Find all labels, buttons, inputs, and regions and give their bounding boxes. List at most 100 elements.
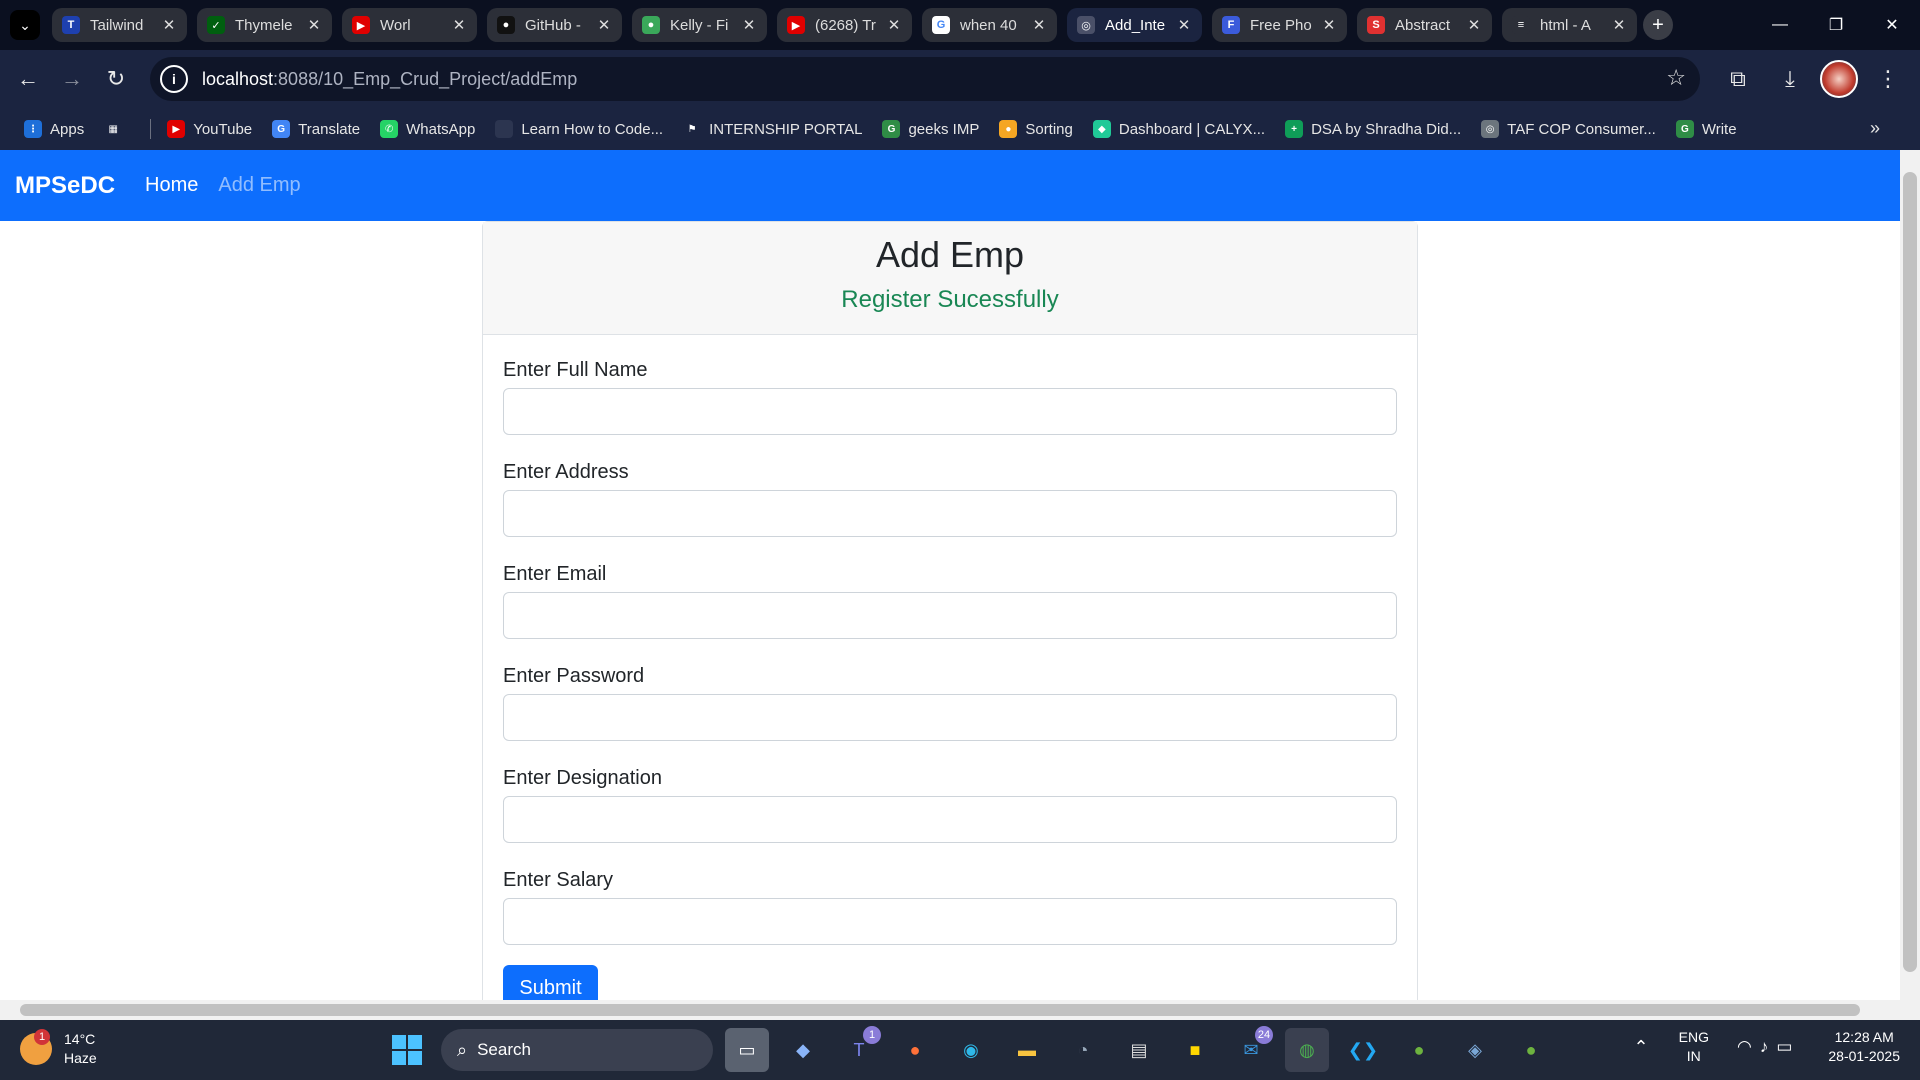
- bookmark-item[interactable]: ◎ TAF COP Consumer...: [1481, 120, 1656, 138]
- file-explorer-icon[interactable]: ▬: [1005, 1028, 1049, 1072]
- bookmark-item[interactable]: ● Sorting: [999, 120, 1073, 138]
- password-input[interactable]: [503, 694, 1397, 741]
- bookmark-star-icon[interactable]: ☆: [1666, 65, 1686, 91]
- spring-boot-icon[interactable]: ●: [1509, 1028, 1553, 1072]
- sticky-notes-icon[interactable]: ■: [1173, 1028, 1217, 1072]
- browser-tab[interactable]: ● GitHub - ✕: [487, 8, 622, 42]
- menu-kebab-icon[interactable]: ⋮: [1866, 57, 1910, 101]
- tray-icons[interactable]: ◠♪▭: [1737, 1037, 1800, 1057]
- bookmark-item[interactable]: + DSA by Shradha Did...: [1285, 120, 1461, 138]
- task-view-icon[interactable]: ▭: [725, 1028, 769, 1072]
- edge-icon[interactable]: ◉: [949, 1028, 993, 1072]
- bookmark-item[interactable]: Learn How to Code...: [495, 120, 663, 138]
- new-tab-button[interactable]: +: [1643, 10, 1673, 40]
- spring-tools-icon[interactable]: ●: [1397, 1028, 1441, 1072]
- full-name-input[interactable]: [503, 388, 1397, 435]
- close-tab-icon[interactable]: ✕: [886, 16, 902, 34]
- site-info-icon[interactable]: i: [160, 65, 188, 93]
- url-text[interactable]: localhost:8088/10_Emp_Crud_Project/addEm…: [202, 69, 577, 90]
- address-bar[interactable]: i localhost:8088/10_Emp_Crud_Project/add…: [150, 57, 1700, 101]
- close-tab-icon[interactable]: ✕: [741, 16, 757, 34]
- copilot-icon[interactable]: ◆: [781, 1028, 825, 1072]
- minimize-button[interactable]: —: [1752, 0, 1808, 50]
- bookmark-item[interactable]: ✆ WhatsApp: [380, 120, 475, 138]
- browser-tab[interactable]: ▶ Worl ✕: [342, 8, 477, 42]
- browser-tab[interactable]: ▶ (6268) Tr ✕: [777, 8, 912, 42]
- back-button[interactable]: ←: [6, 57, 50, 101]
- eclipse-icon[interactable]: ◈: [1453, 1028, 1497, 1072]
- designation-input[interactable]: [503, 796, 1397, 843]
- close-tab-icon[interactable]: ✕: [1031, 16, 1047, 34]
- horizontal-scroll-thumb[interactable]: [20, 1004, 1860, 1016]
- chrome-icon[interactable]: ◍: [1285, 1028, 1329, 1072]
- horizontal-scrollbar[interactable]: [0, 1000, 1900, 1020]
- mail-icon[interactable]: ✉ 24: [1229, 1026, 1273, 1072]
- close-tab-icon[interactable]: ✕: [306, 16, 322, 34]
- browser-tab[interactable]: Gwhen 40 ✕: [922, 8, 1057, 42]
- profile-avatar[interactable]: [1820, 60, 1858, 98]
- vertical-scrollbar[interactable]: [1900, 150, 1920, 1020]
- bookmark-label: DSA by Shradha Did...: [1311, 120, 1462, 138]
- salary-input[interactable]: [503, 898, 1397, 945]
- tab-groups-icon: ▦: [104, 120, 123, 138]
- restore-button[interactable]: ❐: [1808, 0, 1864, 50]
- bookmark-item[interactable]: ◆ Dashboard | CALYX...: [1092, 120, 1265, 138]
- downloads-icon[interactable]: ⤓: [1768, 57, 1812, 101]
- firefox-icon[interactable]: ●: [893, 1028, 937, 1072]
- bookmark-item[interactable]: ⚑ INTERNSHIP PORTAL: [683, 120, 862, 138]
- close-window-button[interactable]: ✕: [1864, 0, 1920, 50]
- bookmark-item[interactable]: ⋮ Apps: [24, 120, 84, 138]
- navbar-brand[interactable]: MPSeDC: [15, 172, 115, 200]
- clock[interactable]: 12:28 AM 28-01-2025: [1828, 1028, 1900, 1066]
- tab-search-button[interactable]: ⌄: [10, 10, 40, 40]
- youtube-icon: ▶: [167, 120, 186, 138]
- browser-tab[interactable]: F Free Pho ✕: [1212, 8, 1347, 42]
- close-tab-icon[interactable]: ✕: [1466, 16, 1482, 34]
- add-emp-card: Add Emp Register Sucessfully Enter Full …: [482, 221, 1418, 1020]
- bookmarks-overflow-icon[interactable]: »: [1870, 118, 1880, 139]
- forward-button[interactable]: →: [50, 57, 94, 101]
- bookmark-label: YouTube: [193, 120, 253, 138]
- email-input[interactable]: [503, 592, 1397, 639]
- extensions-icon[interactable]: ⧉: [1716, 57, 1760, 101]
- reload-button[interactable]: ↻: [94, 57, 138, 101]
- nav-link-home[interactable]: Home: [145, 174, 198, 197]
- browser-tab[interactable]: ● Kelly - Fi ✕: [632, 8, 767, 42]
- weather-widget[interactable]: 1 14°C Haze: [20, 1029, 97, 1068]
- tab-title: (6268) Tr: [815, 16, 876, 34]
- close-tab-icon[interactable]: ✕: [161, 16, 177, 34]
- bookmark-item[interactable]: G Translate: [272, 120, 360, 138]
- nav-link-add-emp[interactable]: Add Emp: [218, 174, 300, 197]
- language-indicator[interactable]: ENG IN: [1679, 1028, 1709, 1066]
- browser-tab[interactable]: S Abstract ✕: [1357, 8, 1492, 42]
- weather-badge: 1: [34, 1029, 50, 1045]
- close-tab-icon[interactable]: ✕: [1176, 16, 1192, 34]
- arrow-left-icon: ←: [17, 66, 39, 91]
- browser-tab[interactable]: ≡ html - A ✕: [1502, 8, 1637, 42]
- browser-tab[interactable]: ✓ Thymele ✕: [197, 8, 332, 42]
- teams-icon[interactable]: T1: [837, 1026, 881, 1072]
- address-input[interactable]: [503, 490, 1397, 537]
- bookmark-item[interactable]: G Write: [1675, 120, 1737, 138]
- notepad-icon[interactable]: ▤: [1117, 1028, 1161, 1072]
- vscode-icon[interactable]: ❮❯: [1341, 1028, 1385, 1072]
- bookmark-separator: [150, 119, 152, 139]
- close-tab-icon[interactable]: ✕: [451, 16, 467, 34]
- search-label: Search: [477, 1040, 531, 1059]
- bookmark-item[interactable]: ▶ YouTube: [167, 120, 252, 138]
- bookmark-item[interactable]: ▦: [104, 120, 130, 138]
- snipping-tool-icon[interactable]: ◔: [1061, 1028, 1105, 1072]
- close-tab-icon[interactable]: ✕: [1321, 16, 1337, 34]
- browser-tab[interactable]: ◎ Add_Inte ✕: [1067, 8, 1202, 42]
- bookmark-item[interactable]: Ggeeks IMP: [882, 120, 979, 138]
- start-button[interactable]: [385, 1028, 429, 1072]
- close-tab-icon[interactable]: ✕: [596, 16, 612, 34]
- browser-tab[interactable]: T Tailwind ✕: [52, 8, 187, 42]
- vertical-scroll-thumb[interactable]: [1903, 172, 1917, 972]
- tab-title: Tailwind: [90, 16, 144, 34]
- chevron-up-icon[interactable]: ⌃: [1634, 1037, 1649, 1058]
- taskbar-search[interactable]: ⌕ Search: [441, 1029, 713, 1071]
- close-tab-icon[interactable]: ✕: [1611, 16, 1627, 34]
- teams-badge: 1: [863, 1026, 881, 1044]
- taskbar-apps: ⌕ Search ▭ ◆ T1 ● ◉ ▬ ◔ ▤ ■ ✉ 24 ◍ ❮❯ ● ◈…: [385, 1026, 1553, 1072]
